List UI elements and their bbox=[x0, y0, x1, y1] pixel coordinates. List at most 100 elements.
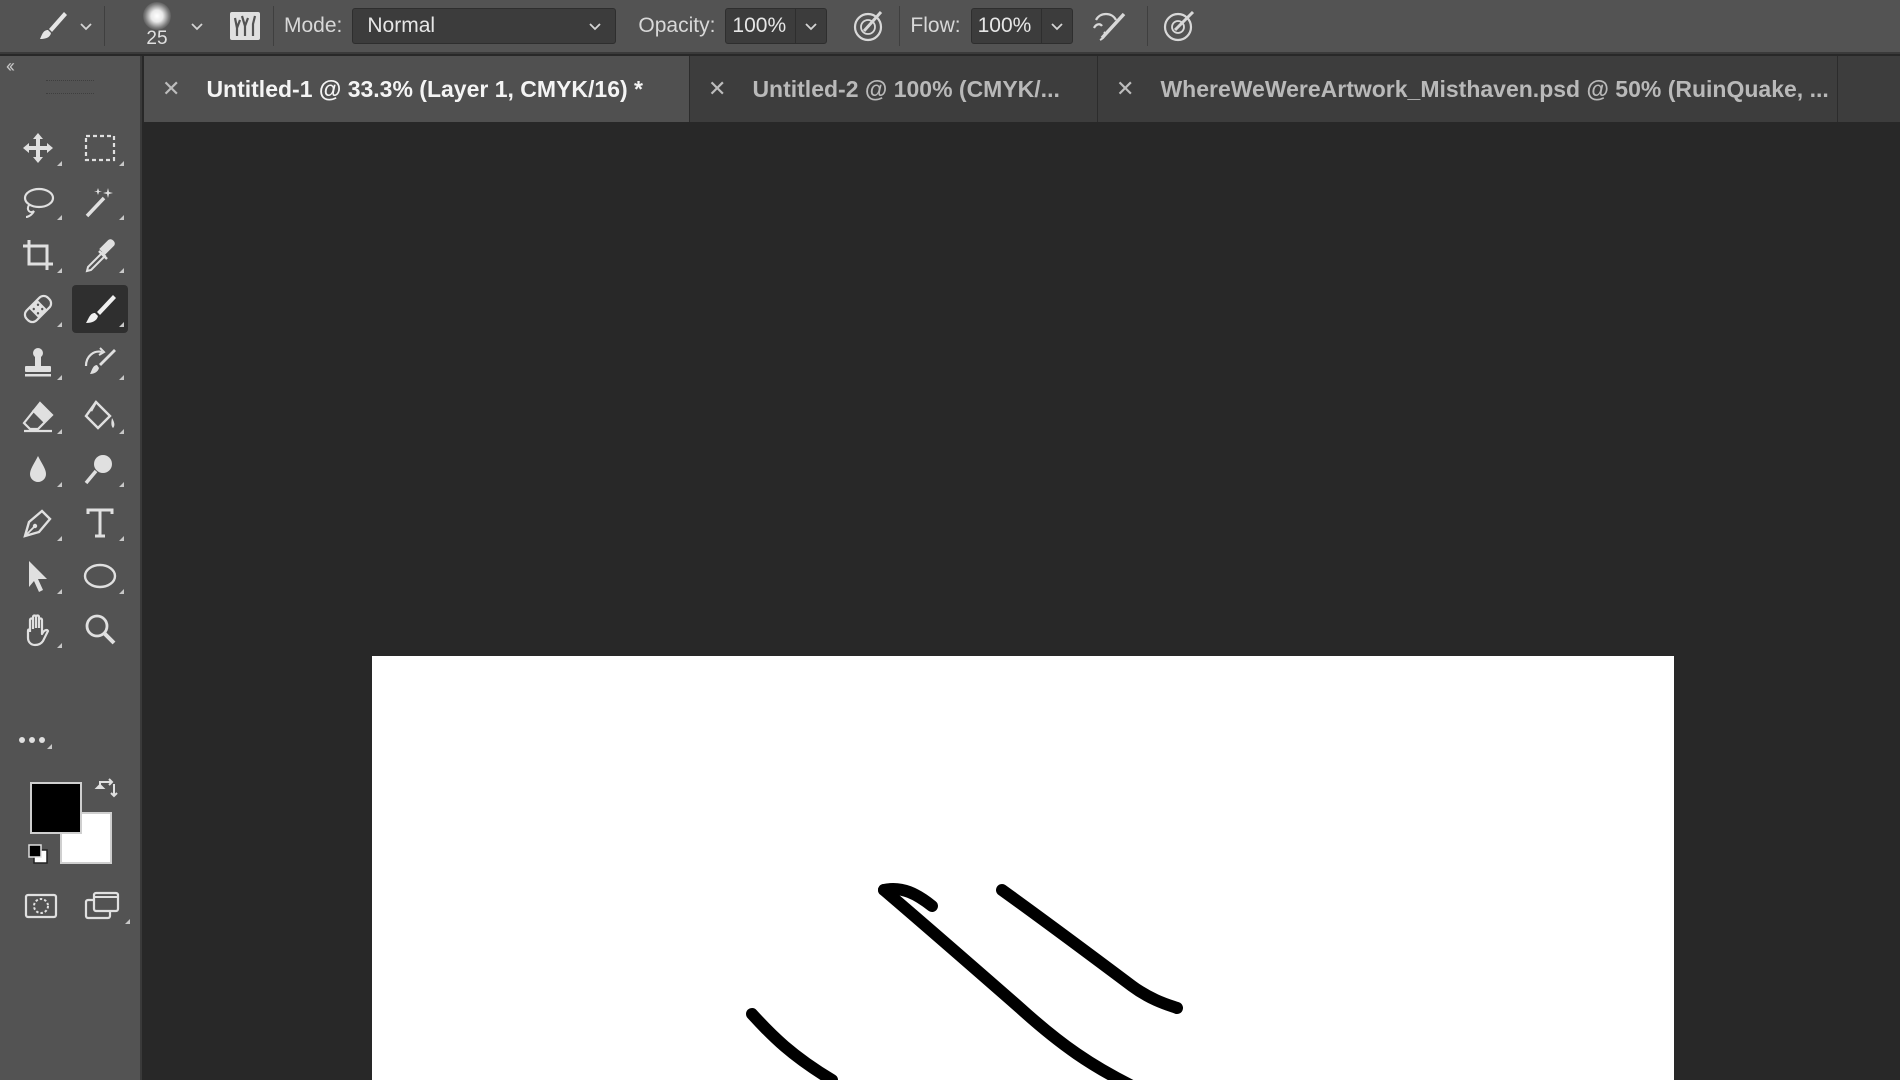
document-tab[interactable]: ✕ WhereWeWereArtwork_Misthaven.psd @ 50%… bbox=[1098, 56, 1838, 122]
path-selection-tool[interactable] bbox=[10, 552, 66, 600]
tool-flyout-indicator bbox=[57, 535, 62, 541]
opacity-field[interactable]: 100% bbox=[725, 8, 828, 44]
brush-icon bbox=[86, 294, 116, 323]
paint-bucket-icon bbox=[84, 399, 115, 430]
marquee-tool[interactable] bbox=[72, 124, 128, 172]
separator bbox=[899, 6, 901, 46]
color-swatches bbox=[26, 772, 126, 872]
tool-preset-picker[interactable] bbox=[0, 9, 94, 43]
crop-tool[interactable] bbox=[10, 231, 66, 279]
brush-size-value: 25 bbox=[146, 28, 168, 49]
tool-flyout-indicator bbox=[57, 321, 62, 327]
chevron-down-icon[interactable] bbox=[189, 18, 205, 34]
document-tabs: ✕ Untitled-1 @ 33.3% (Layer 1, CMYK/16) … bbox=[144, 56, 1900, 122]
close-icon[interactable]: ✕ bbox=[1116, 76, 1134, 102]
tool-flyout-indicator bbox=[119, 321, 124, 327]
eraser-icon bbox=[22, 400, 54, 432]
zoom-icon bbox=[85, 614, 116, 644]
more-icon bbox=[19, 737, 52, 749]
screen-mode-button[interactable] bbox=[72, 882, 134, 930]
tool-flyout-indicator bbox=[57, 268, 62, 273]
pressure-size-button[interactable] bbox=[1158, 5, 1200, 47]
type-icon bbox=[86, 508, 114, 537]
pen-tool[interactable] bbox=[10, 499, 66, 547]
document-tab[interactable]: ✕ Untitled-2 @ 100% (CMYK/... bbox=[690, 56, 1098, 122]
tab-label: WhereWeWereArtwork_Misthaven.psd @ 50% (… bbox=[1160, 75, 1829, 102]
type-tool[interactable] bbox=[72, 499, 128, 547]
ellipse-tool[interactable] bbox=[72, 552, 128, 600]
opacity-dropdown[interactable] bbox=[796, 9, 826, 43]
quick-mask-button[interactable] bbox=[10, 882, 72, 930]
blend-mode-select[interactable]: Normal bbox=[352, 8, 617, 44]
screen-mode-icon bbox=[84, 891, 120, 920]
ellipse-icon bbox=[83, 563, 117, 589]
clone-stamp-tool[interactable] bbox=[10, 338, 66, 386]
mode-tools bbox=[10, 882, 134, 930]
brush-stroke bbox=[996, 884, 1183, 1014]
airbrush-button[interactable] bbox=[1089, 5, 1131, 47]
dodge-tool[interactable] bbox=[72, 445, 128, 493]
chevron-down-icon[interactable] bbox=[78, 18, 94, 34]
close-icon[interactable]: ✕ bbox=[708, 76, 726, 102]
default-colors-icon[interactable] bbox=[26, 842, 50, 866]
hand-icon bbox=[26, 613, 50, 646]
edit-toolbar-button[interactable] bbox=[14, 720, 54, 760]
options-bar: 25 Mode: Normal Opacity: 100% Flow: 100% bbox=[0, 0, 1900, 54]
tool-flyout-indicator bbox=[57, 428, 62, 434]
healing-brush-tool[interactable] bbox=[10, 285, 66, 333]
swap-colors-icon[interactable] bbox=[94, 776, 120, 802]
paint-bucket-tool[interactable] bbox=[72, 392, 128, 440]
tools-panel: ‹‹ bbox=[0, 56, 142, 1080]
collapse-panel-button[interactable]: ‹‹ bbox=[0, 56, 140, 76]
document-tab[interactable]: ✕ Untitled-1 @ 33.3% (Layer 1, CMYK/16) … bbox=[144, 56, 690, 122]
tool-flyout-indicator bbox=[57, 642, 62, 648]
magic-wand-tool[interactable] bbox=[72, 178, 128, 226]
tool-flyout-indicator bbox=[57, 375, 62, 380]
blur-tool[interactable] bbox=[10, 445, 66, 493]
stamp-icon bbox=[25, 348, 51, 377]
tool-flyout-indicator bbox=[57, 161, 62, 166]
move-tool[interactable] bbox=[10, 124, 66, 172]
flow-value[interactable]: 100% bbox=[972, 9, 1042, 43]
brush-preset-picker[interactable]: 25 bbox=[125, 0, 189, 53]
flow-field[interactable]: 100% bbox=[970, 8, 1073, 44]
move-icon bbox=[23, 133, 53, 163]
pressure-opacity-button[interactable] bbox=[847, 5, 889, 47]
tool-flyout-indicator bbox=[125, 919, 130, 924]
brush-settings-panel-icon bbox=[230, 12, 260, 40]
flow-dropdown[interactable] bbox=[1042, 9, 1072, 43]
eyedropper-tool[interactable] bbox=[72, 231, 128, 279]
opacity-label: Opacity: bbox=[638, 14, 716, 37]
tool-flyout-indicator bbox=[119, 589, 124, 594]
panel-grip[interactable] bbox=[46, 80, 94, 94]
blend-mode-value: Normal bbox=[367, 14, 436, 37]
document-canvas[interactable] bbox=[372, 656, 1674, 1080]
history-brush-tool[interactable] bbox=[72, 338, 128, 386]
pressure-size-icon bbox=[1163, 10, 1194, 42]
rect-marquee-icon bbox=[84, 134, 116, 162]
close-icon[interactable]: ✕ bbox=[162, 76, 180, 102]
tab-label: Untitled-1 @ 33.3% (Layer 1, CMYK/16) * bbox=[206, 75, 643, 102]
brush-settings-panel-button[interactable] bbox=[227, 8, 263, 44]
workspace[interactable] bbox=[144, 122, 1900, 1080]
tool-flyout-indicator bbox=[57, 482, 62, 487]
crop-icon bbox=[23, 240, 53, 270]
history-brush-icon bbox=[84, 347, 116, 374]
zoom-tool[interactable] bbox=[72, 606, 128, 654]
pressure-opacity-icon bbox=[854, 10, 883, 42]
separator bbox=[1146, 6, 1148, 46]
tab-label: Untitled-2 @ 100% (CMYK/... bbox=[752, 75, 1060, 102]
chevron-down-icon bbox=[589, 23, 602, 31]
brush-tip-icon bbox=[143, 2, 171, 30]
chevron-down-icon bbox=[1050, 23, 1063, 31]
foreground-color-swatch[interactable] bbox=[30, 782, 82, 834]
tool-flyout-indicator bbox=[119, 161, 124, 166]
brush-tool[interactable] bbox=[72, 284, 128, 333]
flow-label: Flow: bbox=[910, 14, 961, 37]
arrow-icon bbox=[29, 561, 47, 592]
eyedropper-icon bbox=[85, 239, 115, 273]
opacity-value[interactable]: 100% bbox=[726, 9, 797, 43]
lasso-tool[interactable] bbox=[10, 178, 66, 226]
eraser-tool[interactable] bbox=[10, 392, 66, 440]
hand-tool[interactable] bbox=[10, 606, 66, 654]
